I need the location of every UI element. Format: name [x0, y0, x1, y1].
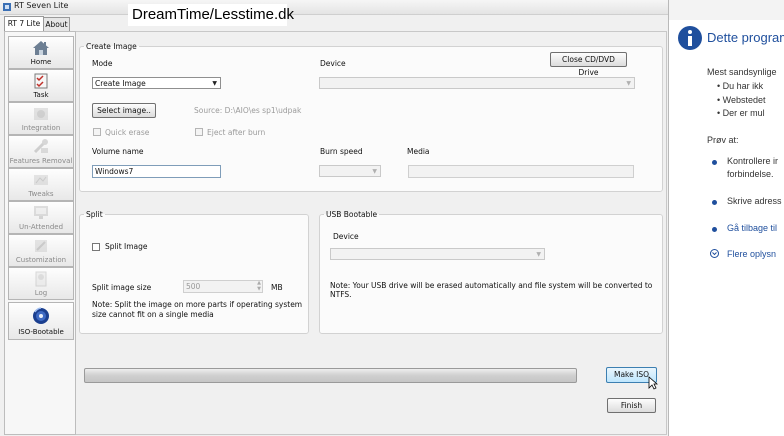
- usb-note: Note: Your USB drive will be erased auto…: [330, 281, 653, 299]
- sidebar-item-label: Tweaks: [28, 190, 54, 198]
- tweaks-icon: [34, 175, 48, 185]
- chevron-down-icon: ▼: [626, 80, 631, 87]
- burn-speed-select[interactable]: ▼: [319, 165, 381, 177]
- split-legend: Split: [86, 210, 103, 219]
- device-label: Device: [320, 59, 346, 68]
- sidebar-item-log[interactable]: Log: [8, 267, 74, 300]
- sidebar-item-home[interactable]: Home: [8, 36, 74, 69]
- close-cd-dvd-drive-button[interactable]: Close CD/DVD Drive: [550, 52, 627, 77]
- cause-item: • Du har ikk: [717, 81, 764, 91]
- chevron-down-icon: ▼: [536, 251, 541, 258]
- sidebar-item-label: ISO-Bootable: [18, 328, 64, 336]
- volume-name-label: Volume name: [92, 147, 144, 156]
- sidebar-item-integration[interactable]: Integration: [8, 102, 74, 135]
- go-back-link[interactable]: Gå tilbage til: [727, 223, 777, 233]
- expand-circle-icon[interactable]: [710, 249, 719, 258]
- browser-frame: [669, 0, 784, 20]
- info-icon: [678, 26, 702, 50]
- split-image-label: Split Image: [105, 242, 148, 251]
- source-path: Source: D:\AIO\es sp1\udpak: [194, 106, 302, 115]
- sidebar-item-tweaks[interactable]: Tweaks: [8, 168, 74, 201]
- error-intro: Mest sandsynlige: [707, 67, 777, 77]
- action-text: forbindelse.: [727, 169, 774, 179]
- eject-after-burn-checkbox[interactable]: [195, 128, 203, 136]
- chevron-down-icon: ▼: [372, 168, 377, 175]
- quick-erase-checkbox[interactable]: [93, 128, 101, 136]
- create-image-legend: Create Image: [86, 42, 137, 51]
- sidebar-item-label: Un-Attended: [18, 223, 64, 231]
- chevron-down-icon: ▼: [212, 80, 217, 87]
- try-label: Prøv at:: [707, 135, 739, 145]
- usb-bootable-legend: USB Bootable: [326, 210, 378, 219]
- sidebar-item-un-attended[interactable]: Un-Attended: [8, 201, 74, 234]
- error-title: Dette program: [707, 30, 784, 45]
- tab-rt7-lite[interactable]: RT 7 Lite: [4, 16, 44, 31]
- integration-icon: [34, 108, 48, 120]
- eject-after-burn-label: Eject after burn: [207, 128, 266, 137]
- bullet-icon: [712, 200, 717, 205]
- app-window: RT Seven Lite – □ ✕ RT 7 Lite About Home…: [0, 0, 757, 436]
- cause-item: • Der er mul: [717, 108, 765, 118]
- sidebar-item-iso-bootable[interactable]: ISO-Bootable: [8, 302, 74, 340]
- window-title: RT Seven Lite: [14, 1, 69, 10]
- title-bar[interactable]: RT Seven Lite – □ ✕: [0, 0, 757, 15]
- split-size-label: Split image size: [92, 283, 152, 292]
- volume-name-input[interactable]: Windows7: [92, 165, 221, 178]
- tools-icon: [33, 139, 48, 154]
- usb-device-select[interactable]: ▼: [330, 248, 545, 260]
- split-image-checkbox[interactable]: [92, 243, 100, 251]
- sidebar-item-features-removal[interactable]: Features Removal: [8, 135, 74, 168]
- split-size-stepper[interactable]: 500 ▲ ▼: [183, 280, 263, 293]
- usb-device-label: Device: [333, 232, 359, 241]
- media-field: [408, 165, 634, 178]
- device-select[interactable]: ▼: [319, 77, 635, 89]
- progress-bar: [84, 368, 577, 383]
- finish-button[interactable]: Finish: [607, 398, 656, 413]
- bullet-icon: [712, 227, 717, 232]
- disc-icon: [33, 307, 49, 324]
- sidebar-item-label: Features Removal: [9, 157, 73, 165]
- split-size-unit: MB: [271, 283, 283, 292]
- mode-select-value: Create Image: [95, 79, 146, 88]
- monitor-icon: [34, 206, 48, 219]
- browser-error-page: Dette program Mest sandsynlige • Du har …: [669, 0, 784, 436]
- bullet-icon: [712, 160, 717, 165]
- usb-bootable-group: USB Bootable: [319, 210, 663, 334]
- sidebar-item-label: Log: [34, 289, 48, 297]
- split-size-value: 500: [186, 282, 201, 291]
- sidebar: Home Task Integration Features Removal T…: [4, 31, 76, 435]
- mouse-cursor-icon: [648, 376, 658, 390]
- sidebar-item-label: Integration: [21, 124, 61, 132]
- sidebar-item-task[interactable]: Task: [8, 69, 74, 102]
- sidebar-item-customization[interactable]: Customization: [8, 234, 74, 267]
- app-icon: [3, 3, 11, 11]
- cause-item: • Webstedet: [717, 95, 766, 105]
- log-icon: [35, 271, 47, 287]
- select-image-button[interactable]: Select image..: [92, 103, 156, 118]
- burn-speed-label: Burn speed: [320, 147, 363, 156]
- more-info-link[interactable]: Flere oplysn: [727, 249, 776, 259]
- media-label: Media: [407, 147, 430, 156]
- sidebar-item-label: Customization: [15, 256, 67, 264]
- stepper-down-icon[interactable]: ▼: [257, 287, 261, 292]
- action-text: Kontrollere ir: [727, 156, 779, 166]
- checklist-icon: [34, 73, 48, 89]
- house-icon: [33, 41, 49, 55]
- customization-icon: [35, 240, 47, 252]
- sidebar-item-label: Task: [33, 91, 49, 99]
- tab-about[interactable]: About: [43, 17, 70, 31]
- mode-select[interactable]: Create Image ▼: [92, 77, 221, 89]
- watermark-label: DreamTime/Lesstime.dk: [128, 4, 294, 26]
- mode-label: Mode: [92, 59, 113, 68]
- sidebar-item-label: Home: [30, 58, 52, 66]
- quick-erase-label: Quick erase: [105, 128, 150, 137]
- action-text: Skrive adress: [727, 196, 782, 206]
- split-note: Note: Split the image on more parts if o…: [92, 300, 303, 319]
